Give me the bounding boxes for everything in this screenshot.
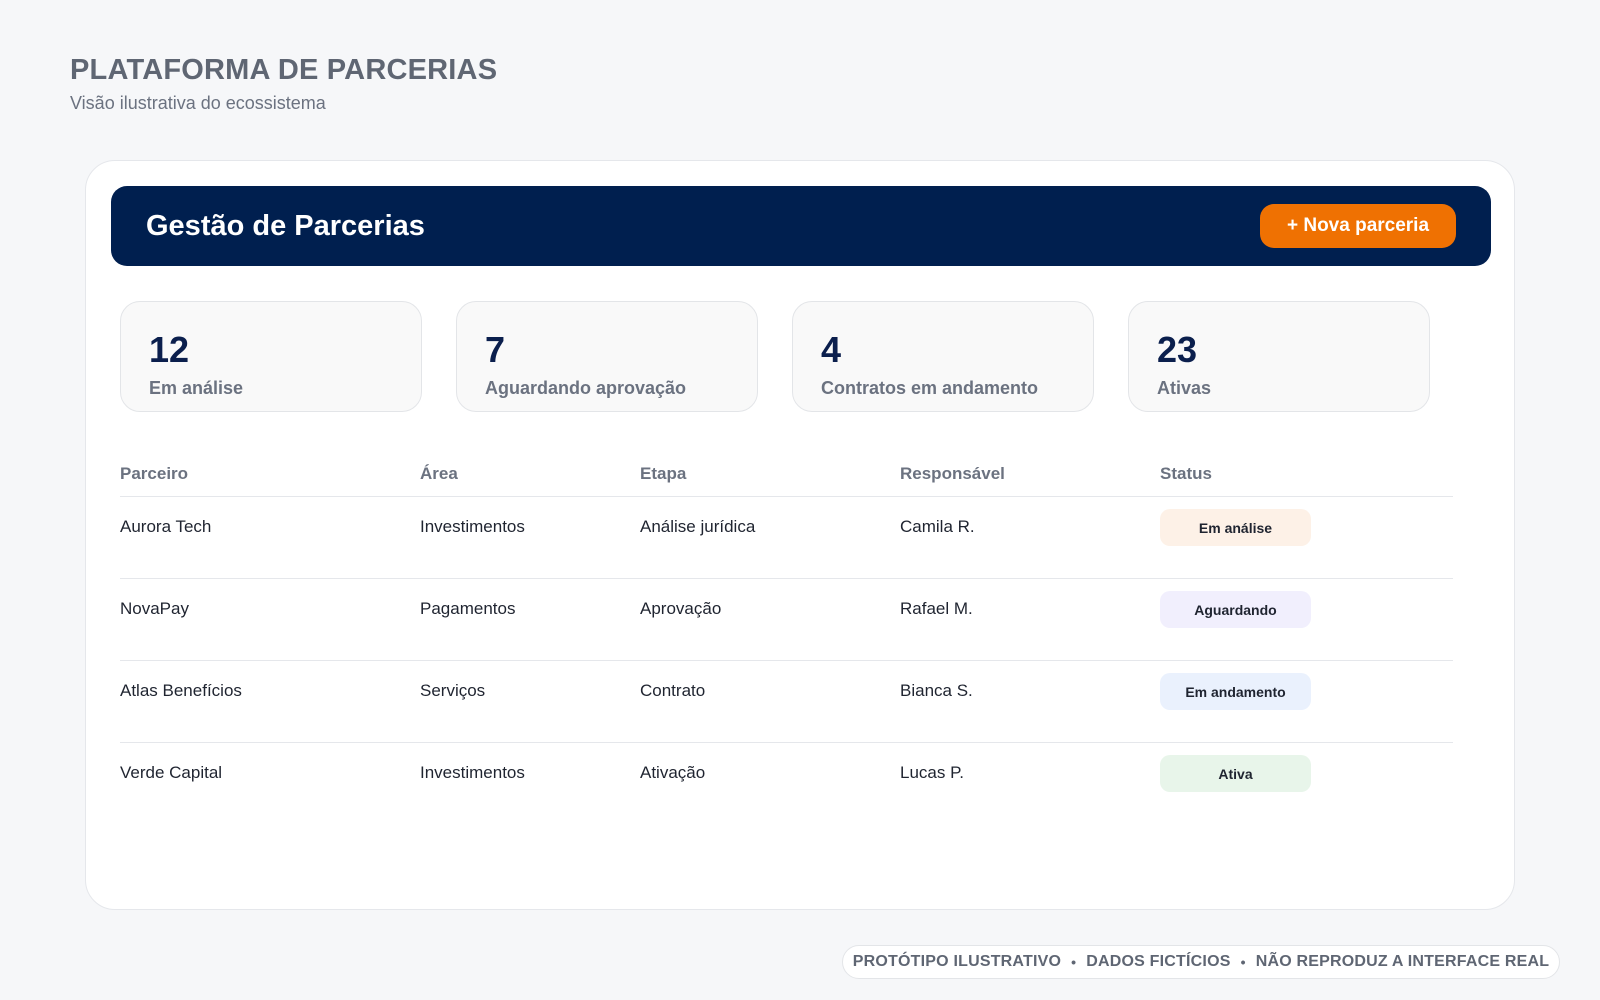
disclaimer-separator: • [1071, 954, 1077, 970]
main-card: Gestão de Parcerias + Nova parceria 12 E… [85, 160, 1515, 910]
cell-status: Ativa [1160, 755, 1453, 792]
stat-label: Aguardando aprovação [485, 378, 687, 398]
cell-partner: Verde Capital [120, 763, 223, 782]
cell-area: Investimentos [420, 763, 525, 782]
stat-card-em-analise: 12 Em análise [120, 301, 422, 412]
cell-stage: Ativação [640, 763, 706, 782]
cell-status: Em andamento [1160, 673, 1453, 710]
cell-area: Investimentos [420, 517, 525, 536]
table-header: Parceiro Área Etapa Responsável Status [120, 451, 1453, 497]
stat-value: 23 [1157, 329, 1198, 370]
cell-stage: Aprovação [640, 599, 722, 618]
disclaimer-item: PROTÓTIPO ILUSTRATIVO [852, 953, 1062, 970]
stat-label: Ativas [1157, 378, 1212, 398]
column-header-responsavel[interactable]: Responsável [900, 464, 1160, 484]
cell-partner: Atlas Benefícios [120, 681, 242, 700]
stat-card-contratos: 4 Contratos em andamento [792, 301, 1094, 412]
status-badge: Em andamento [1160, 673, 1311, 710]
cell-status: Em análise [1160, 509, 1453, 546]
stats-row: 12 Em análise 7 Aguardando aprovação 4 C… [120, 301, 1430, 412]
page-title: PLATAFORMA DE PARCERIAS [70, 54, 498, 86]
cell-area: Serviços [420, 681, 486, 700]
table-row[interactable]: Aurora Tech Investimentos Análise jurídi… [120, 497, 1453, 579]
column-header-etapa[interactable]: Etapa [640, 464, 900, 484]
status-badge: Aguardando [1160, 591, 1311, 628]
status-badge: Ativa [1160, 755, 1311, 792]
cell-owner: Bianca S. [900, 681, 973, 700]
stat-value: 12 [149, 329, 190, 370]
disclaimer-pill: PROTÓTIPO ILUSTRATIVO • DADOS FICTÍCIOS … [842, 945, 1560, 979]
column-header-status[interactable]: Status [1160, 464, 1453, 484]
disclaimer-item: NÃO REPRODUZ A INTERFACE REAL [1255, 953, 1550, 970]
table-row[interactable]: Atlas Benefícios Serviços Contrato Bianc… [120, 661, 1453, 743]
page-subtitle: Visão ilustrativa do ecossistema [70, 93, 326, 113]
column-header-area[interactable]: Área [420, 464, 640, 484]
disclaimer-separator: • [1240, 954, 1246, 970]
banner: Gestão de Parcerias + Nova parceria [111, 186, 1491, 266]
stat-value: 7 [485, 329, 506, 370]
stat-value: 4 [821, 329, 842, 370]
table-row[interactable]: NovaPay Pagamentos Aprovação Rafael M. A… [120, 579, 1453, 661]
stat-label: Em análise [149, 378, 244, 398]
cell-stage: Contrato [640, 681, 706, 700]
cell-owner: Lucas P. [900, 763, 964, 782]
stat-card-ativas: 23 Ativas [1128, 301, 1430, 412]
stat-label: Contratos em andamento [821, 378, 1039, 398]
cell-owner: Rafael M. [900, 599, 973, 618]
stat-card-aguardando: 7 Aguardando aprovação [456, 301, 758, 412]
cell-partner: NovaPay [120, 599, 189, 618]
page-header: PLATAFORMA DE PARCERIAS Visão ilustrativ… [70, 54, 497, 114]
new-partnership-button[interactable]: + Nova parceria [1260, 204, 1456, 248]
cell-stage: Análise jurídica [640, 517, 756, 536]
banner-title: Gestão de Parcerias [146, 209, 425, 242]
partners-table: Parceiro Área Etapa Responsável Status A… [120, 451, 1453, 825]
disclaimer-item: DADOS FICTÍCIOS [1086, 953, 1231, 970]
column-header-parceiro[interactable]: Parceiro [120, 464, 420, 484]
cell-owner: Camila R. [900, 517, 975, 536]
status-badge: Em análise [1160, 509, 1311, 546]
cell-status: Aguardando [1160, 591, 1453, 628]
cell-area: Pagamentos [420, 599, 516, 618]
table-row[interactable]: Verde Capital Investimentos Ativação Luc… [120, 743, 1453, 825]
cell-partner: Aurora Tech [120, 517, 212, 536]
